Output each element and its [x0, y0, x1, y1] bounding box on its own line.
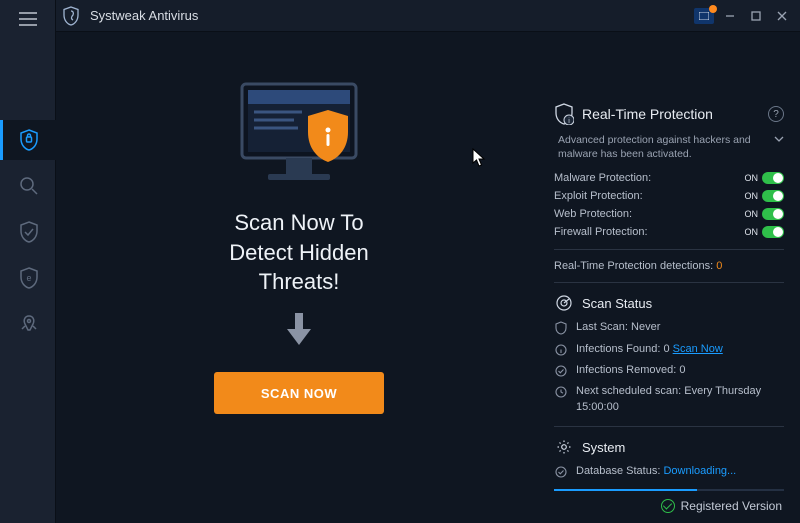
app-logo-icon — [60, 5, 82, 27]
protection-row: Exploit Protection: ON — [554, 187, 784, 205]
center-panel: Scan Now To Detect Hidden Threats! SCAN … — [56, 32, 542, 523]
infections-found-row: Infections Found: 0 Scan Now — [554, 339, 784, 360]
shield-small-icon — [554, 321, 568, 335]
close-button[interactable] — [772, 6, 792, 26]
divider — [554, 282, 784, 283]
download-progress — [554, 489, 784, 491]
protection-label: Web Protection: — [554, 208, 745, 220]
radar-icon — [554, 293, 574, 313]
scan-status-header: Scan Status — [554, 293, 784, 313]
menu-toggle[interactable] — [0, 6, 56, 32]
protection-label: Exploit Protection: — [554, 190, 745, 202]
nav-startup[interactable] — [0, 304, 56, 344]
protection-row: Web Protection: ON — [554, 205, 784, 223]
right-panel: i Real-Time Protection ? Advanced protec… — [542, 32, 800, 523]
maximize-button[interactable] — [746, 6, 766, 26]
rtp-header: i Real-Time Protection ? — [554, 104, 784, 124]
next-scheduled-row: Next scheduled scan: Every Thursday 15:0… — [554, 381, 784, 418]
database-status-row: Database Status: Downloading... — [554, 461, 784, 482]
rtp-advanced-row[interactable]: Advanced protection against hackers and … — [554, 132, 784, 169]
nav-status[interactable] — [0, 120, 56, 160]
divider — [554, 249, 784, 250]
database-status-value: Downloading... — [663, 465, 736, 477]
protection-label: Firewall Protection: — [554, 226, 745, 238]
info-icon — [554, 343, 568, 357]
clock-icon — [554, 385, 568, 399]
scan-status-title: Scan Status — [582, 296, 652, 311]
arrow-down-icon — [285, 311, 313, 352]
sidebar: e — [0, 0, 56, 523]
nav-quarantine[interactable]: e — [0, 258, 56, 298]
nav-scan[interactable] — [0, 166, 56, 206]
scan-now-button[interactable]: SCAN NOW — [214, 372, 384, 414]
check-circle-icon — [554, 465, 568, 479]
notification-icon — [694, 8, 714, 24]
rtp-help-icon[interactable]: ? — [768, 106, 784, 122]
malware-toggle[interactable]: ON — [745, 172, 785, 184]
firewall-toggle[interactable]: ON — [745, 226, 785, 238]
rtp-title: Real-Time Protection — [582, 106, 713, 122]
check-icon — [661, 499, 675, 513]
titlebar: Systweak Antivirus — [0, 0, 800, 32]
scan-now-link[interactable]: Scan Now — [673, 343, 723, 355]
web-toggle[interactable]: ON — [745, 208, 785, 220]
scan-illustration — [224, 76, 374, 196]
system-title: System — [582, 440, 625, 455]
shield-info-icon: i — [554, 104, 574, 124]
check-circle-icon — [554, 364, 568, 378]
divider — [554, 426, 784, 427]
registered-label: Registered Version — [681, 499, 782, 513]
system-header: System — [554, 437, 784, 457]
exploit-toggle[interactable]: ON — [745, 190, 785, 202]
protection-row: Malware Protection: ON — [554, 169, 784, 187]
nav-protection[interactable] — [0, 212, 56, 252]
notification-button[interactable] — [694, 6, 714, 26]
protection-row: Firewall Protection: ON — [554, 223, 784, 241]
rtp-detections: Real-Time Protection detections: 0 — [554, 258, 784, 274]
minimize-button[interactable] — [720, 6, 740, 26]
chevron-down-icon[interactable] — [774, 134, 784, 148]
rtp-advanced-text: Advanced protection against hackers and … — [558, 134, 768, 161]
svg-text:e: e — [26, 273, 31, 283]
footer-registered: Registered Version — [661, 499, 782, 513]
protection-label: Malware Protection: — [554, 172, 745, 184]
scan-headline: Scan Now To Detect Hidden Threats! — [229, 208, 368, 297]
main-area: Scan Now To Detect Hidden Threats! SCAN … — [56, 32, 800, 523]
infections-removed-row: Infections Removed: 0 — [554, 360, 784, 381]
last-scan-row: Last Scan: Never — [554, 317, 784, 338]
gear-icon — [554, 437, 574, 457]
app-title: Systweak Antivirus — [90, 8, 198, 23]
